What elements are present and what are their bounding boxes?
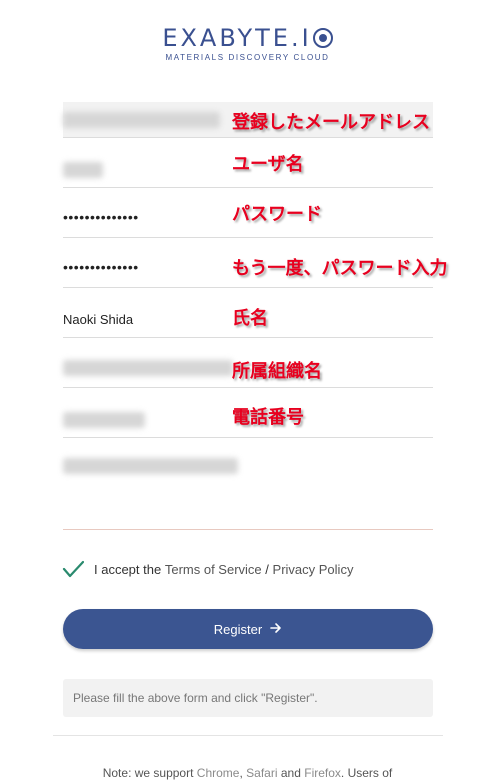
browser-support-note: Note: we support Chrome, Safari and Fire… <box>0 766 495 780</box>
password-confirm-field[interactable]: •••••••••••••• もう一度、パスワード入力 <box>63 238 447 288</box>
accept-prefix: I accept the <box>94 561 162 577</box>
organization-redacted-value <box>63 360 233 376</box>
privacy-policy-link[interactable]: Privacy Policy <box>273 562 354 577</box>
terms-of-service-link[interactable]: Terms of Service <box>165 562 262 577</box>
password-confirm-annotation: もう一度、パスワード入力 <box>232 258 448 279</box>
full-name-field[interactable]: Naoki Shida 氏名 <box>63 288 433 338</box>
phone-redacted-value <box>63 412 145 428</box>
email-field[interactable]: 登録したメールアドレス <box>63 102 433 138</box>
full-name-annotation: 氏名 <box>232 308 268 329</box>
password-annotation: パスワード <box>232 204 322 225</box>
divider <box>53 735 443 736</box>
address-redacted-value <box>63 458 238 474</box>
phone-annotation: 電話番号 <box>232 407 304 428</box>
footnote-suffix: . Users of <box>340 766 393 780</box>
username-field[interactable]: ユーザ名 <box>63 138 433 188</box>
chrome-link[interactable]: Chrome <box>197 766 240 780</box>
phone-field[interactable]: 電話番号 <box>63 388 433 438</box>
address-field[interactable] <box>63 438 433 530</box>
username-redacted-value <box>63 162 103 178</box>
checkmark-icon <box>62 560 85 578</box>
email-annotation: 登録したメールアドレス <box>232 112 430 133</box>
register-label: Register <box>213 621 263 637</box>
password-value: •••••••••••••• <box>63 209 139 225</box>
firefox-link[interactable]: Firefox <box>304 766 341 780</box>
register-button[interactable]: Register <box>63 609 433 649</box>
logo-subtitle: MATERIALS DISCOVERY CLOUD <box>165 53 330 62</box>
accept-terms-row: I accept the Terms of Service / Privacy … <box>62 558 353 580</box>
username-annotation: ユーザ名 <box>232 154 304 175</box>
logo: EXABYTE.I MATERIALS DISCOVERY CLOUD <box>0 24 495 62</box>
status-message: Please fill the above form and click "Re… <box>63 679 433 717</box>
accept-separator: / <box>265 561 269 577</box>
email-redacted-value <box>63 112 220 128</box>
organization-annotation: 所属組織名 <box>232 361 322 382</box>
accept-checkbox[interactable] <box>62 558 85 580</box>
logo-o-mark-icon <box>312 28 333 48</box>
password-field[interactable]: •••••••••••••• パスワード <box>63 188 433 238</box>
arrow-right-icon <box>270 621 282 637</box>
registration-form: 登録したメールアドレス ユーザ名 •••••••••••••• パスワード ••… <box>63 102 447 530</box>
footnote-comma: , <box>239 766 243 780</box>
password-confirm-value: •••••••••••••• <box>63 259 139 275</box>
organization-field[interactable]: 所属組織名 <box>63 338 433 388</box>
footnote-and: and <box>280 766 301 780</box>
safari-link[interactable]: Safari <box>246 766 277 780</box>
full-name-value: Naoki Shida <box>63 312 134 327</box>
footnote-prefix: Note: we support <box>102 766 194 780</box>
logo-title: EXABYTE.I <box>0 24 495 52</box>
